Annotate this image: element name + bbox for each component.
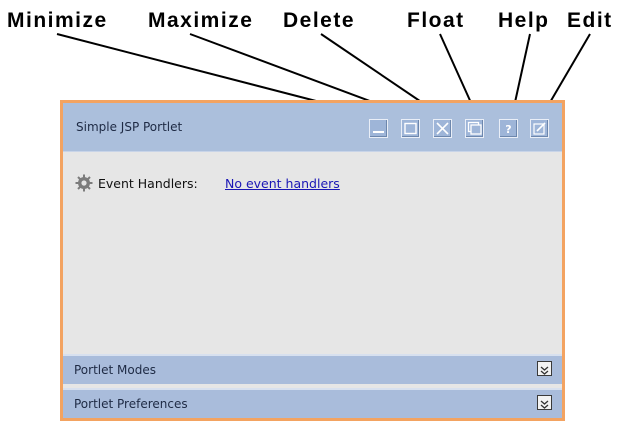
portlet-title-bar: Simple JSP Portlet ? [63,103,562,152]
float-button[interactable] [465,119,484,138]
delete-button[interactable] [433,119,452,138]
gear-icon [75,174,93,192]
chevron-double-down-icon [540,400,549,409]
svg-text:?: ? [505,123,511,136]
edit-icon [533,122,546,135]
expand-button[interactable] [537,395,552,410]
event-handlers-link[interactable]: No event handlers [225,176,340,191]
expand-button[interactable] [537,361,552,376]
maximize-icon [404,122,417,135]
section-label: Portlet Modes [74,363,156,377]
maximize-button[interactable] [401,119,420,138]
float-icon [467,121,482,135]
minimize-icon [373,131,384,133]
help-button[interactable]: ? [499,119,518,138]
edit-button[interactable] [530,119,549,138]
portlet-title: Simple JSP Portlet [76,120,183,134]
section-label: Portlet Preferences [74,397,188,411]
portlet-window: Simple JSP Portlet ? Event Handlers: No … [60,100,565,421]
event-handlers-label: Event Handlers: [98,176,198,191]
section-portlet-modes[interactable]: Portlet Modes [63,354,562,384]
minimize-button[interactable] [369,119,388,138]
section-portlet-preferences[interactable]: Portlet Preferences [63,388,562,418]
chevron-double-down-icon [540,366,549,375]
question-icon: ? [505,123,511,136]
close-icon [436,122,449,135]
portlet-content: Event Handlers: No event handlers [63,152,562,352]
